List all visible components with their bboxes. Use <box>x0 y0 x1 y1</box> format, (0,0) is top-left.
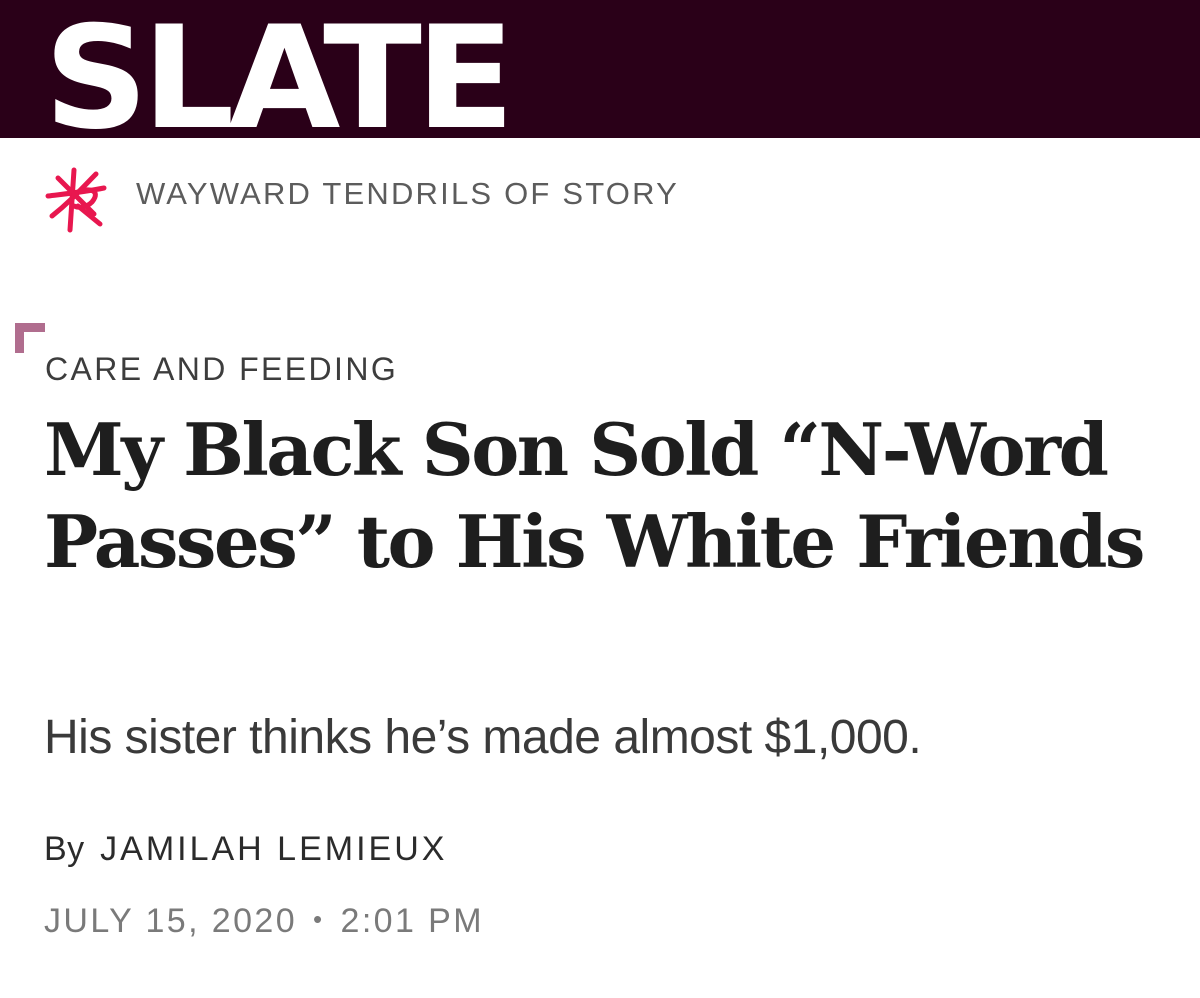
byline: By JAMILAH LEMIEUX <box>44 830 447 869</box>
byline-prefix: By <box>44 830 85 868</box>
dateline: JULY 15, 2020 • 2:01 PM <box>44 902 484 941</box>
article-dek: His sister thinks he’s made almost $1,00… <box>44 711 922 764</box>
slate-logo[interactable]: SLATE <box>44 8 515 150</box>
publish-time: 2:01 PM <box>340 902 484 940</box>
wayward-tendrils-icon <box>45 167 107 233</box>
site-header: SLATE <box>0 0 1200 150</box>
series-banner[interactable]: WAYWARD TENDRILS OF STORY <box>44 164 679 234</box>
date-separator: • <box>313 904 325 934</box>
section-rubric[interactable]: CARE AND FEEDING <box>45 351 398 388</box>
corner-bracket-mark <box>15 323 45 353</box>
author-link[interactable]: JAMILAH LEMIEUX <box>100 830 447 868</box>
publish-date: JULY 15, 2020 <box>44 902 297 940</box>
article-headline: My Black Son Sold “N-Word Passes” to His… <box>44 407 1145 584</box>
series-label: WAYWARD TENDRILS OF STORY <box>136 176 680 211</box>
